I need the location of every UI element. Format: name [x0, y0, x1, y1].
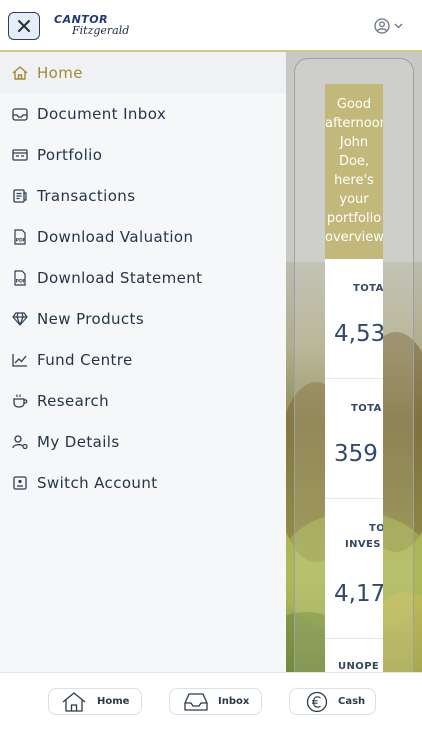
- tab-inbox[interactable]: Inbox: [169, 688, 262, 715]
- sidebar-item-new-products[interactable]: New Products: [0, 298, 286, 339]
- stat-value-total[interactable]: 4,53: [334, 321, 383, 347]
- sidebar-item-label: My Details: [37, 432, 120, 451]
- sidebar-item-research[interactable]: Research: [0, 380, 286, 421]
- transactions-icon: [10, 186, 30, 206]
- stat-value-invested[interactable]: 4,17: [334, 581, 383, 607]
- stat-value-total-2[interactable]: 359: [334, 441, 378, 467]
- switch-account-icon: [10, 473, 30, 493]
- sidebar-item-switch-account[interactable]: Switch Account: [0, 462, 286, 503]
- stat-divider: [325, 638, 383, 639]
- chart-line-icon: [10, 350, 30, 370]
- stat-label-total: TOTA: [353, 283, 383, 294]
- sidebar-item-label: Download Valuation: [37, 227, 194, 246]
- home-icon: [61, 691, 87, 717]
- close-icon: [18, 20, 30, 32]
- tab-home-label: Home: [97, 696, 130, 707]
- sidebar-item-transactions[interactable]: Transactions: [0, 175, 286, 216]
- sidebar-item-label: Download Statement: [37, 268, 203, 287]
- sidebar-item-portfolio[interactable]: Portfolio: [0, 134, 286, 175]
- coffee-cup-icon: [10, 391, 30, 411]
- logo-text-bottom: Fitzgerald: [72, 24, 130, 37]
- sidebar-item-label: New Products: [37, 309, 145, 328]
- sidebar-item-label: Research: [37, 391, 110, 410]
- home-icon: [10, 63, 30, 83]
- chevron-down-icon: [394, 23, 403, 29]
- stat-label-invested-top: TO: [369, 523, 383, 534]
- sidebar-item-label: Portfolio: [37, 145, 103, 164]
- stat-label-total-2: TOTA: [351, 403, 382, 414]
- euro-icon: [305, 691, 329, 717]
- sidebar-item-label: Home: [37, 63, 83, 82]
- app-header: CANTOR Fitzgerald: [0, 0, 422, 52]
- sidebar-item-label: Switch Account: [37, 473, 158, 492]
- stat-divider: [325, 498, 383, 499]
- sidebar-item-label: Document Inbox: [37, 104, 167, 123]
- diamond-icon: [10, 309, 30, 329]
- greeting-text: Good afternoon John Doe, here's your por…: [325, 97, 383, 245]
- sidebar-item-download-valuation[interactable]: PDF Download Valuation: [0, 216, 286, 257]
- sidebar-item-document-inbox[interactable]: Document Inbox: [0, 93, 286, 134]
- tab-inbox-label: Inbox: [218, 696, 250, 707]
- portfolio-icon: [10, 145, 30, 165]
- sidebar-item-label: Transactions: [37, 186, 136, 205]
- sidebar-item-label: Fund Centre: [37, 350, 133, 369]
- tab-cash[interactable]: Cash: [289, 688, 376, 715]
- svg-text:PDF: PDF: [16, 278, 26, 284]
- inbox-icon: [183, 691, 209, 717]
- cantor-logo[interactable]: CANTOR Fitzgerald: [52, 13, 138, 39]
- stat-label-unopened: UNOPE: [338, 661, 380, 672]
- svg-text:PDF: PDF: [16, 237, 26, 243]
- tab-home[interactable]: Home: [48, 688, 142, 715]
- stat-divider: [325, 378, 383, 379]
- user-menu-button[interactable]: [374, 16, 408, 36]
- bottom-tab-bar: Home Inbox Cash: [0, 672, 422, 750]
- user-settings-icon: [10, 432, 30, 452]
- pdf-icon: PDF: [10, 268, 30, 288]
- tab-cash-label: Cash: [338, 696, 366, 707]
- user-icon: [374, 18, 390, 34]
- inbox-icon: [10, 104, 30, 124]
- stats-clip: TOTA 4,53 TOTA 359 TO INVES 4,17 UNOPE: [325, 259, 383, 672]
- sidebar-item-fund-centre[interactable]: Fund Centre: [0, 339, 286, 380]
- pdf-icon: PDF: [10, 227, 30, 247]
- sidebar-menu: Home Document Inbox Portfolio Transactio…: [0, 52, 286, 672]
- sidebar-item-my-details[interactable]: My Details: [0, 421, 286, 462]
- sidebar-item-download-statement[interactable]: PDF Download Statement: [0, 257, 286, 298]
- close-menu-button[interactable]: [8, 12, 40, 40]
- sidebar-item-home[interactable]: Home: [0, 52, 286, 93]
- stat-label-invested: INVES: [345, 539, 381, 550]
